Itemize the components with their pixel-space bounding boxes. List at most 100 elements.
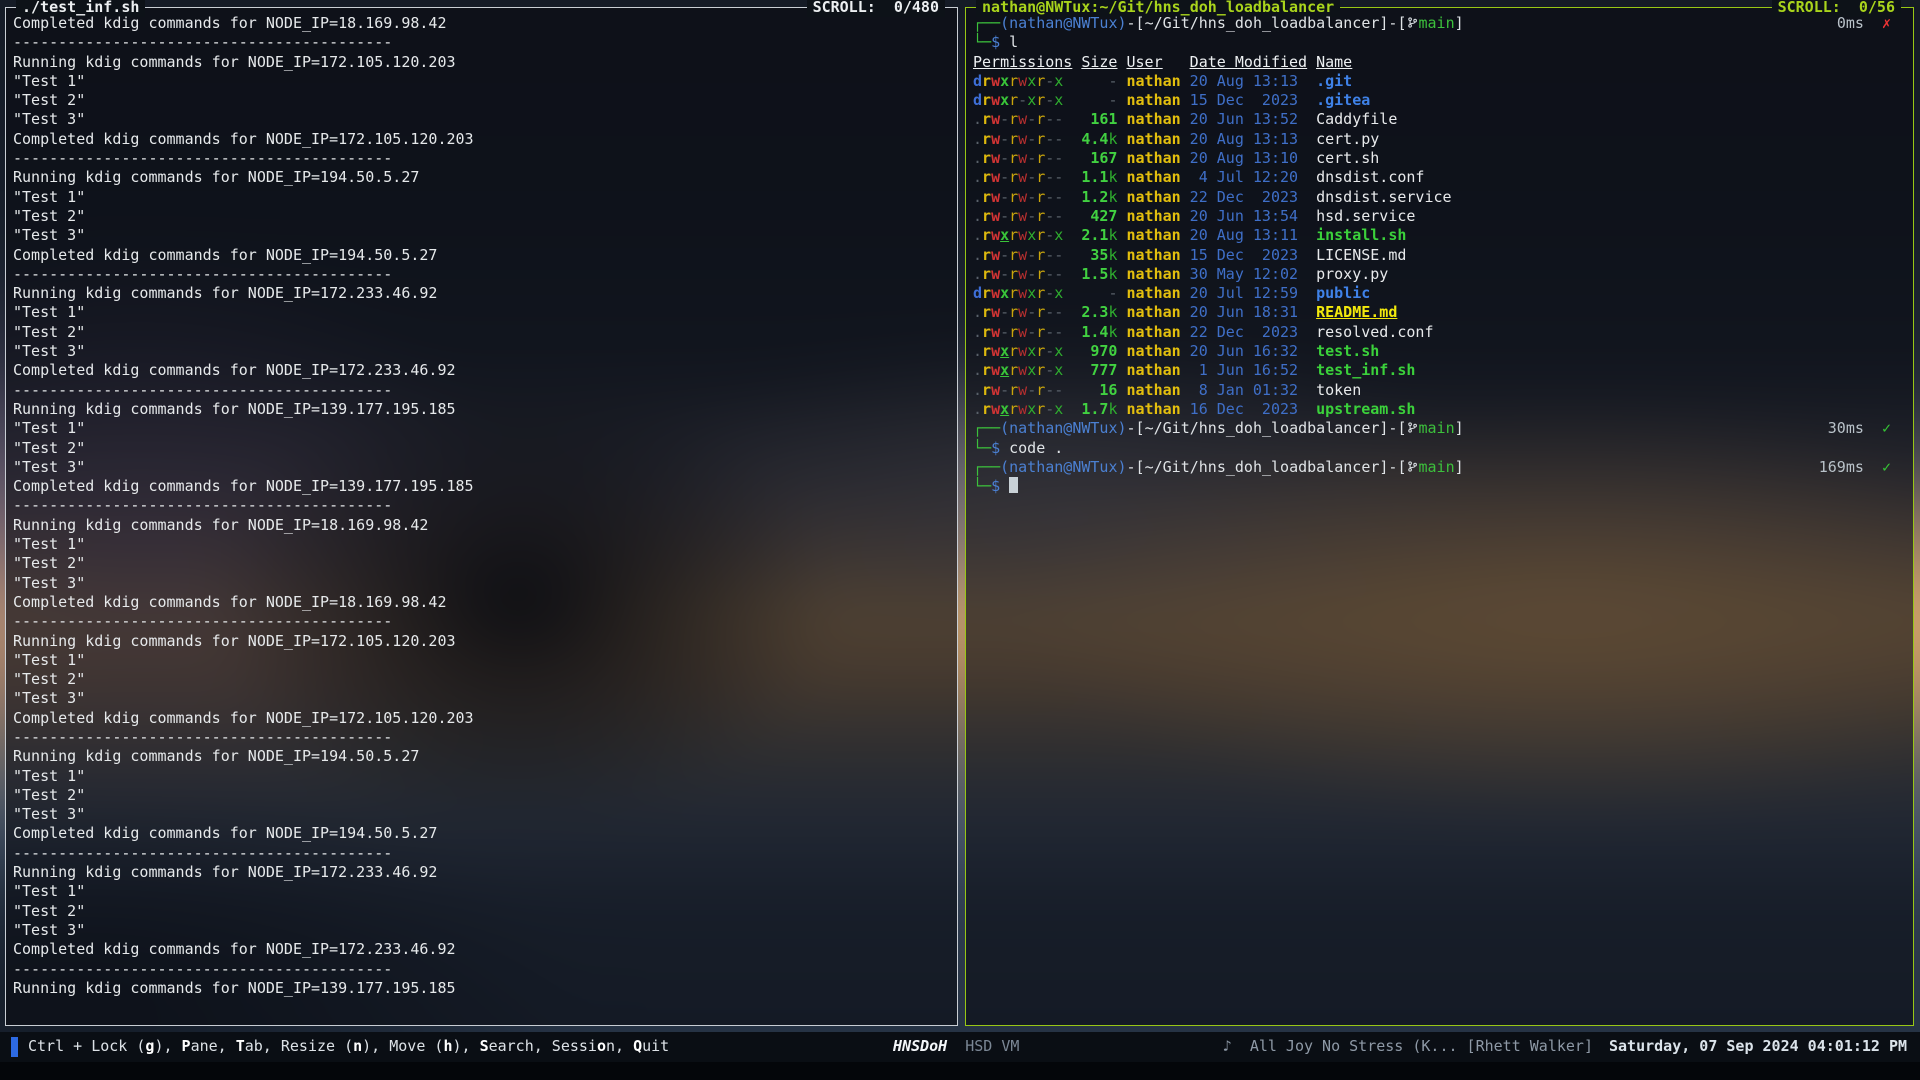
file-name: cert.py xyxy=(1316,130,1379,148)
file-name: dnsdist.conf xyxy=(1316,168,1424,186)
pane-right-shell[interactable]: nathan@NWTux:~/Git/hns_doh_loadbalancer … xyxy=(965,7,1914,1026)
terminal-line: "Test 3" xyxy=(13,458,947,477)
terminal-line: Completed kdig commands for NODE_IP=18.1… xyxy=(13,14,947,33)
terminal-line: "Test 1" xyxy=(13,767,947,786)
pane-left-test-inf[interactable]: ./test_inf.sh SCROLL: 0/480 Completed kd… xyxy=(5,7,958,1026)
zellij-screen: ./test_inf.sh SCROLL: 0/480 Completed kd… xyxy=(0,0,1920,1080)
terminal-line: ----------------------------------------… xyxy=(13,496,947,515)
git-branch-icon xyxy=(1407,16,1418,29)
terminal-line: Running kdig commands for NODE_IP=172.23… xyxy=(13,284,947,303)
terminal-line: Running kdig commands for NODE_IP=172.23… xyxy=(13,863,947,882)
bottom-strip xyxy=(0,1062,1920,1080)
command-timer: 30ms ✓ xyxy=(1828,419,1891,438)
terminal-line: "Test 1" xyxy=(13,882,947,901)
terminal-line: .rwxrwxr-x970nathan20 Jun 16:32test.sh xyxy=(973,342,1903,361)
tab-hsd-vm[interactable]: HSD VM xyxy=(965,1037,1019,1056)
terminal-line: drwxrwxr-x-nathan20 Jul 12:59public xyxy=(973,284,1903,303)
terminal-line: Running kdig commands for NODE_IP=18.169… xyxy=(13,516,947,535)
terminal-line: PermissionsSizeUserDate ModifiedName xyxy=(973,53,1903,72)
pane-left-body[interactable]: Completed kdig commands for NODE_IP=18.1… xyxy=(6,8,957,1025)
check-icon: ✓ xyxy=(1882,419,1891,437)
terminal-line: .rw-rw-r--1.1knathan 4 Jul 12:20dnsdist.… xyxy=(973,168,1903,187)
terminal-line: "Test 2" xyxy=(13,91,947,110)
file-name: test_inf.sh xyxy=(1316,361,1415,379)
file-name: README.md xyxy=(1316,303,1397,321)
file-name: cert.sh xyxy=(1316,149,1379,167)
terminal-line: ----------------------------------------… xyxy=(13,149,947,168)
terminal-line: .rw-rw-r--2.3knathan20 Jun 18:31README.m… xyxy=(973,303,1903,322)
clock: Saturday, 07 Sep 2024 04:01:12 PM xyxy=(1609,1037,1907,1056)
terminal-line: "Test 2" xyxy=(13,554,947,573)
file-name: hsd.service xyxy=(1316,207,1415,225)
terminal-line: Completed kdig commands for NODE_IP=139.… xyxy=(13,477,947,496)
terminal-line: "Test 1" xyxy=(13,651,947,670)
file-name: upstream.sh xyxy=(1316,400,1415,418)
cross-icon: ✗ xyxy=(1882,14,1891,32)
terminal-line: ----------------------------------------… xyxy=(13,381,947,400)
terminal-line: Completed kdig commands for NODE_IP=18.1… xyxy=(13,593,947,612)
terminal-line: Running kdig commands for NODE_IP=172.10… xyxy=(13,632,947,651)
terminal-line: .rw-rw-r--35knathan15 Dec 2023LICENSE.md xyxy=(973,246,1903,265)
terminal-line: drwxrwxr-x-nathan20 Aug 13:13.git xyxy=(973,72,1903,91)
terminal-line: "Test 1" xyxy=(13,188,947,207)
terminal-line: ┌──(nathan@NWTux)-[~/Git/hns_doh_loadbal… xyxy=(973,14,1903,33)
terminal-line: Completed kdig commands for NODE_IP=194.… xyxy=(13,824,947,843)
terminal-line: ----------------------------------------… xyxy=(13,960,947,979)
file-name: Caddyfile xyxy=(1316,110,1397,128)
terminal-line: Running kdig commands for NODE_IP=194.50… xyxy=(13,747,947,766)
check-icon: ✓ xyxy=(1882,458,1891,476)
terminal-line: "Test 3" xyxy=(13,226,947,245)
terminal-line: Completed kdig commands for NODE_IP=172.… xyxy=(13,709,947,728)
terminal-line: .rw-rw-r--1.2knathan22 Dec 2023dnsdist.s… xyxy=(973,188,1903,207)
git-branch-icon xyxy=(1407,460,1418,473)
pane-right-body[interactable]: ┌──(nathan@NWTux)-[~/Git/hns_doh_loadbal… xyxy=(966,8,1913,1025)
file-name: token xyxy=(1316,381,1361,399)
terminal-line: "Test 2" xyxy=(13,786,947,805)
terminal-line: Running kdig commands for NODE_IP=172.10… xyxy=(13,53,947,72)
terminal-line: "Test 1" xyxy=(13,303,947,322)
terminal-line: .rwxrwxr-x1.7knathan16 Dec 2023upstream.… xyxy=(973,400,1903,419)
terminal-line: .rw-rw-r--4.4knathan20 Aug 13:13cert.py xyxy=(973,130,1903,149)
terminal-line: "Test 1" xyxy=(13,72,947,91)
terminal-line: ----------------------------------------… xyxy=(13,265,947,284)
status-right: ♪ All Joy No Stress (K... [Rhett Walker]… xyxy=(1223,1037,1907,1056)
terminal-line: Completed kdig commands for NODE_IP=172.… xyxy=(13,361,947,380)
terminal-line: └─$ l xyxy=(973,33,1903,52)
terminal-line: └─$ xyxy=(973,477,1903,496)
status-bar: Ctrl + Lock (g), Pane, Tab, Resize (n), … xyxy=(0,1032,1920,1062)
file-name: .git xyxy=(1316,72,1352,90)
file-name: proxy.py xyxy=(1316,265,1388,283)
terminal-line: Running kdig commands for NODE_IP=194.50… xyxy=(13,168,947,187)
file-name: test.sh xyxy=(1316,342,1379,360)
terminal-line: .rw-rw-r--167nathan20 Aug 13:10cert.sh xyxy=(973,149,1903,168)
terminal-line: Completed kdig commands for NODE_IP=172.… xyxy=(13,130,947,149)
terminal-line: .rw-rw-r--1.5knathan30 May 12:02proxy.py xyxy=(973,265,1903,284)
terminal-line: "Test 3" xyxy=(13,574,947,593)
keybinding-hints[interactable]: Ctrl + Lock (g), Pane, Tab, Resize (n), … xyxy=(28,1037,669,1056)
terminal-line: "Test 1" xyxy=(13,419,947,438)
terminal-line: ┌──(nathan@NWTux)-[~/Git/hns_doh_loadbal… xyxy=(973,458,1903,477)
file-name: public xyxy=(1316,284,1370,302)
terminal-line: "Test 1" xyxy=(13,535,947,554)
terminal-line: "Test 2" xyxy=(13,670,947,689)
terminal-line: ----------------------------------------… xyxy=(13,728,947,747)
terminal-line: ----------------------------------------… xyxy=(13,612,947,631)
terminal-line: └─$ code . xyxy=(973,439,1903,458)
terminal-line: "Test 2" xyxy=(13,902,947,921)
file-name: .gitea xyxy=(1316,91,1370,109)
terminal-line: "Test 2" xyxy=(13,323,947,342)
terminal-line: .rwxrwxr-x2.1knathan20 Aug 13:11install.… xyxy=(973,226,1903,245)
command-timer: 169ms ✓ xyxy=(1819,458,1891,477)
file-name: dnsdist.service xyxy=(1316,188,1451,206)
terminal-line: Running kdig commands for NODE_IP=139.17… xyxy=(13,979,947,998)
terminal-line: .rw-rw-r--161nathan20 Jun 13:52Caddyfile xyxy=(973,110,1903,129)
terminal-line: ┌──(nathan@NWTux)-[~/Git/hns_doh_loadbal… xyxy=(973,419,1903,438)
git-branch-icon xyxy=(1407,421,1418,434)
terminal-line: "Test 3" xyxy=(13,805,947,824)
terminal-line: "Test 2" xyxy=(13,207,947,226)
file-name: resolved.conf xyxy=(1316,323,1433,341)
terminal-line: "Test 3" xyxy=(13,110,947,129)
terminal-line: ----------------------------------------… xyxy=(13,33,947,52)
terminal-line: Completed kdig commands for NODE_IP=194.… xyxy=(13,246,947,265)
tab-hnsdoh[interactable]: HNSDoH xyxy=(893,1037,947,1056)
